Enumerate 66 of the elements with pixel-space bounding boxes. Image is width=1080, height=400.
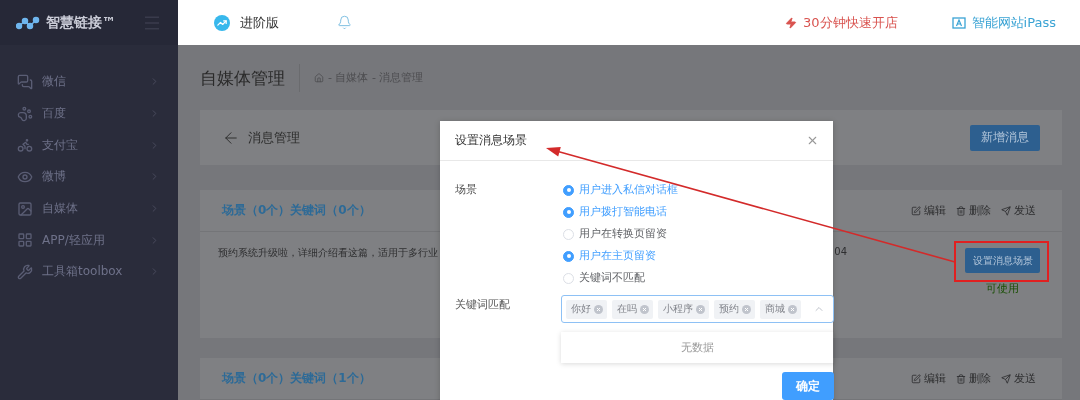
scene-option[interactable]: 用户在主页留资 (563, 245, 834, 267)
send-link[interactable]: 发送 (1001, 203, 1036, 218)
logo-icon (16, 15, 40, 30)
sidebar-item[interactable]: APP/轻应用 (0, 224, 178, 257)
message-text: 预约系统升级啦，详细介绍看这篇，适用于多行业 (218, 246, 439, 260)
new-message-button[interactable]: 新增消息 (970, 124, 1040, 151)
message-number: 04 (834, 246, 847, 259)
scene-option[interactable]: 用户在转换页留资 (563, 223, 834, 245)
delete-link[interactable]: 删除 (956, 203, 991, 218)
header-link[interactable]: 智能网站iPass (951, 13, 1056, 32)
home-icon[interactable] (314, 72, 324, 83)
empty-text: 无数据 (681, 340, 714, 355)
chat-bubbles-icon (17, 73, 33, 90)
tag-close-icon[interactable] (594, 304, 603, 314)
edition-label: 进阶版 (240, 13, 279, 32)
lightning-icon (785, 16, 798, 29)
edit-link[interactable]: 编辑 (911, 203, 946, 218)
status-text: 可使用 (986, 281, 1019, 296)
close-icon[interactable] (806, 134, 819, 147)
sidebar-item[interactable]: 自媒体 (0, 192, 178, 225)
tag-close-icon[interactable] (640, 304, 649, 314)
trash-icon (956, 205, 966, 216)
tag-close-icon[interactable] (788, 304, 797, 314)
keyword-tag: 商城 (760, 299, 801, 319)
card-title: 场景（0个）关键词（0个） (222, 202, 371, 219)
trend-icon (214, 14, 230, 31)
header-link[interactable]: 30分钟快速开店 (785, 13, 898, 32)
wrench-icon (17, 263, 33, 280)
card-title: 场景（0个）关键词（1个） (222, 370, 371, 387)
bell-icon[interactable] (337, 15, 352, 30)
scene-option[interactable]: 用户拨打智能电话 (563, 201, 834, 223)
keyword-tag: 小程序 (658, 299, 709, 319)
bike-icon (17, 137, 33, 154)
image-icon (17, 200, 33, 217)
sidebar-item[interactable]: 微信 (0, 66, 178, 98)
sidebar-item[interactable]: 支付宝 (0, 129, 178, 162)
scene-label: 场景 (455, 182, 478, 198)
scene-option[interactable]: 关键词不匹配 (563, 267, 834, 289)
send-link[interactable]: 发送 (1001, 371, 1036, 386)
edit-icon (911, 205, 921, 216)
logo-text: 智慧链接™ (46, 13, 117, 32)
keyword-label: 关键词匹配 (455, 297, 511, 313)
keyword-tag: 预约 (714, 299, 755, 319)
keyword-select[interactable]: 你好 在吗 小程序 预约 商城 (561, 295, 834, 323)
set-scene-button[interactable]: 设置消息场景 (965, 248, 1040, 273)
edit-icon (911, 373, 921, 384)
sidebar-item[interactable]: 工具箱toolbox (0, 256, 178, 288)
frame-icon (951, 16, 966, 29)
dialog-title: 设置消息场景 (455, 132, 528, 149)
back-label: 消息管理 (248, 128, 300, 147)
delete-link[interactable]: 删除 (956, 371, 991, 386)
tag-close-icon[interactable] (742, 304, 751, 314)
scene-option[interactable]: 用户进入私信对话框 (563, 179, 834, 201)
edit-link[interactable]: 编辑 (911, 371, 946, 386)
page-title: 自媒体管理 (200, 63, 300, 92)
keyword-tag: 你好 (566, 299, 607, 319)
confirm-button[interactable]: 确定 (782, 372, 834, 400)
tag-close-icon[interactable] (696, 304, 705, 314)
sidebar-item[interactable]: 微博 (0, 161, 178, 193)
grid-icon (17, 232, 33, 249)
send-icon (1001, 205, 1011, 216)
trash-icon (956, 373, 966, 384)
sidebar-item[interactable]: 百度 (0, 97, 178, 130)
send-icon (1001, 373, 1011, 384)
paw-icon (17, 105, 33, 122)
keyword-tag: 在吗 (612, 299, 653, 319)
